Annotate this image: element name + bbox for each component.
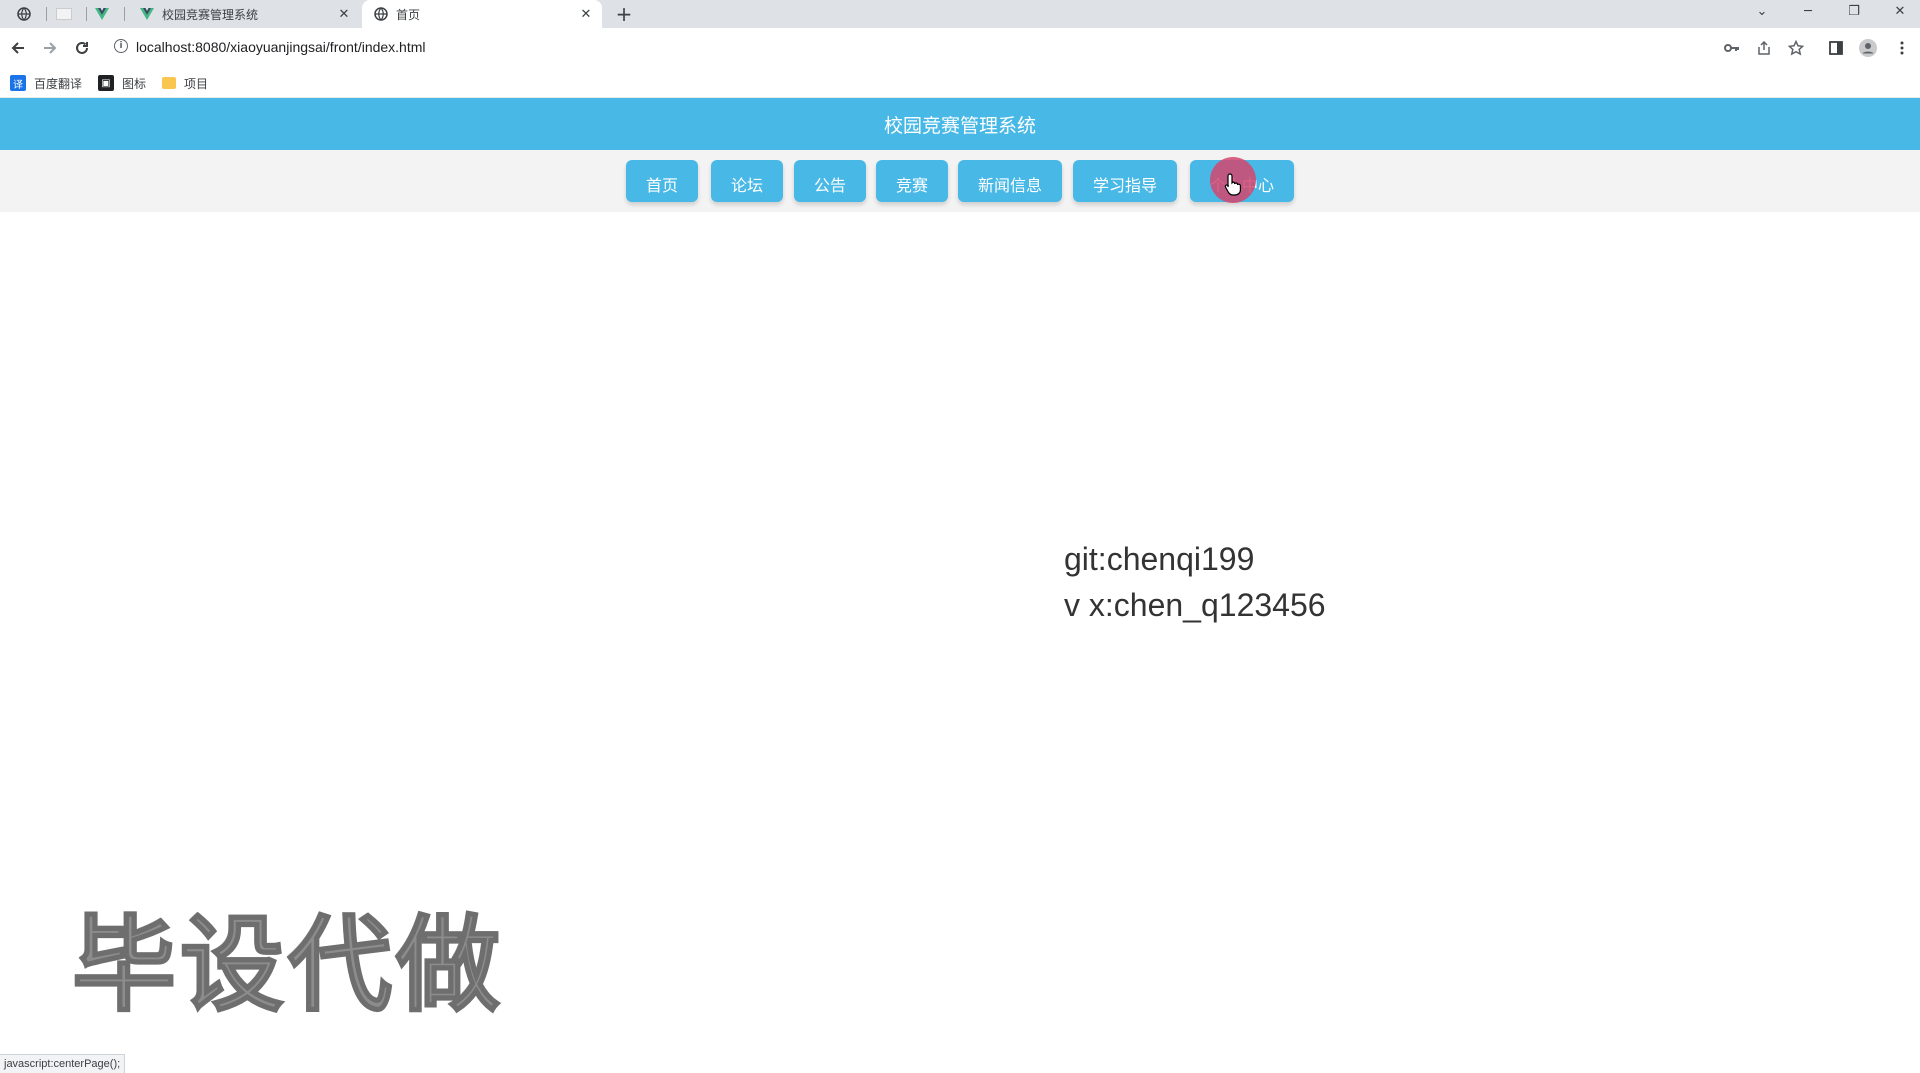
password-key-icon[interactable] bbox=[1722, 38, 1742, 58]
profile-avatar-icon[interactable] bbox=[1858, 38, 1878, 58]
close-tab-icon[interactable]: ✕ bbox=[336, 6, 352, 22]
pinned-tab-globe[interactable] bbox=[6, 0, 42, 28]
tab-competition-system[interactable]: 校园竞赛管理系统 ✕ bbox=[128, 0, 360, 28]
vue-logo-icon bbox=[95, 8, 109, 20]
bookmark-label: 百度翻译 bbox=[34, 76, 83, 91]
reload-icon[interactable] bbox=[70, 36, 94, 60]
bookmark-label: 图标 bbox=[122, 76, 147, 91]
status-bar: javascript:centerPage(); bbox=[0, 1054, 126, 1073]
bookmark-icons[interactable]: ▣ 图标 bbox=[98, 73, 146, 93]
tab-title: 首页 bbox=[396, 7, 421, 22]
bookmark-star-icon[interactable] bbox=[1786, 38, 1806, 58]
address-bar[interactable]: i localhost:8080/xiaoyuanjingsai/front/i… bbox=[106, 32, 1766, 62]
forward-icon[interactable] bbox=[38, 36, 62, 60]
translate-icon: 译 bbox=[10, 75, 26, 91]
contact-text: git:chenqi199 v x:chen_q123456 bbox=[1064, 536, 1326, 628]
hand-cursor-icon bbox=[1224, 173, 1241, 196]
nav-announcements[interactable]: 公告 bbox=[794, 160, 866, 202]
browser-tab-strip: 校园竞赛管理系统 ✕ 首页 ✕ + ⌄ ─ ❐ ✕ bbox=[0, 0, 1920, 28]
bookmarks-bar: 译 百度翻译 ▣ 图标 项目 bbox=[0, 68, 1920, 98]
globe-icon bbox=[17, 7, 31, 21]
new-tab-button[interactable]: + bbox=[612, 2, 636, 26]
bookmark-label: 项目 bbox=[184, 76, 209, 91]
wechat-line: v x:chen_q123456 bbox=[1064, 587, 1326, 623]
back-icon[interactable] bbox=[6, 36, 30, 60]
site-header: 校园竞赛管理系统 bbox=[0, 98, 1920, 150]
bookmark-projects[interactable]: 项目 bbox=[162, 73, 208, 93]
site-title: 校园竞赛管理系统 bbox=[883, 114, 1036, 137]
nav-study-guide[interactable]: 学习指导 bbox=[1073, 160, 1177, 202]
pinned-tab-blank[interactable] bbox=[46, 0, 82, 28]
globe-icon bbox=[374, 7, 388, 21]
site-info-icon[interactable]: i bbox=[114, 39, 128, 53]
tab-search-icon[interactable]: ⌄ bbox=[1742, 0, 1782, 22]
restore-icon[interactable]: ❐ bbox=[1834, 0, 1874, 22]
nav-forum[interactable]: 论坛 bbox=[711, 160, 783, 202]
browser-toolbar: i localhost:8080/xiaoyuanjingsai/front/i… bbox=[0, 28, 1920, 68]
more-menu-icon[interactable] bbox=[1892, 38, 1912, 58]
vue-logo-icon bbox=[140, 8, 154, 20]
git-line: git:chenqi199 bbox=[1064, 541, 1255, 577]
tab-separator bbox=[124, 7, 125, 21]
close-tab-icon[interactable]: ✕ bbox=[578, 6, 594, 22]
side-panel-icon[interactable] bbox=[1826, 38, 1846, 58]
nav-competitions[interactable]: 竞赛 bbox=[876, 160, 948, 202]
nav-news[interactable]: 新闻信息 bbox=[958, 160, 1062, 202]
nav-home[interactable]: 首页 bbox=[626, 160, 698, 202]
main-nav: 首页 论坛 公告 竞赛 新闻信息 学习指导 个人中心 bbox=[0, 150, 1920, 212]
tab-title: 校园竞赛管理系统 bbox=[162, 7, 259, 22]
tab-home[interactable]: 首页 ✕ bbox=[362, 0, 602, 28]
url-text[interactable]: localhost:8080/xiaoyuanjingsai/front/ind… bbox=[136, 39, 426, 55]
pinned-tab-vue[interactable] bbox=[84, 0, 120, 28]
minimize-icon[interactable]: ─ bbox=[1788, 0, 1828, 22]
share-icon[interactable] bbox=[1754, 38, 1774, 58]
image-icon: ▣ bbox=[98, 75, 114, 91]
folder-icon bbox=[162, 77, 176, 89]
close-window-icon[interactable]: ✕ bbox=[1880, 0, 1920, 22]
promo-stamp: 毕设代做 bbox=[71, 903, 505, 1027]
blank-page-icon bbox=[56, 8, 72, 20]
bookmark-baidu-translate[interactable]: 译 百度翻译 bbox=[10, 73, 82, 93]
